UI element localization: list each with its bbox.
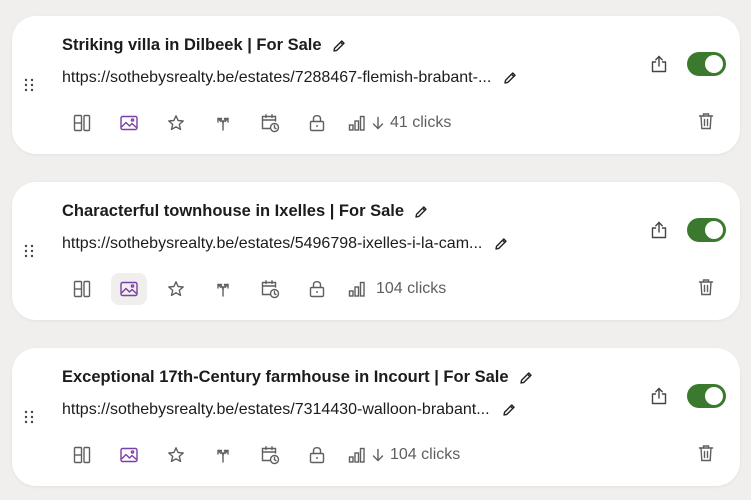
star-icon xyxy=(167,280,185,298)
share-icon xyxy=(651,387,667,405)
delete-button[interactable] xyxy=(696,276,716,298)
trash-icon xyxy=(698,444,714,462)
schedule-button[interactable] xyxy=(252,107,288,139)
link-url: https://sothebysrealty.be/estates/728846… xyxy=(62,69,492,86)
layout-icon xyxy=(73,446,91,464)
trend-down-arrow-icon xyxy=(372,116,384,130)
bar-chart-icon xyxy=(348,281,366,297)
analytics-button[interactable]: 104 clicks xyxy=(348,280,446,298)
layout-icon xyxy=(73,280,91,298)
lock-button[interactable] xyxy=(299,273,335,305)
redirect-icon xyxy=(214,280,232,298)
schedule-button[interactable] xyxy=(252,273,288,305)
edit-title-pencil-icon[interactable] xyxy=(330,37,348,55)
click-count: 41 clicks xyxy=(390,114,452,131)
layout-button[interactable] xyxy=(64,273,100,305)
share-button[interactable] xyxy=(648,219,670,241)
link-tools: 104 clicks xyxy=(64,438,460,472)
redirect-button[interactable] xyxy=(205,439,241,471)
link-url: https://sothebysrealty.be/estates/549679… xyxy=(62,235,483,252)
lock-icon xyxy=(309,114,325,132)
title-row: Characterful townhouse in Ixelles | For … xyxy=(62,202,430,221)
priority-button[interactable] xyxy=(158,273,194,305)
link-tools: 41 clicks xyxy=(64,106,451,140)
click-count: 104 clicks xyxy=(376,280,447,297)
title-row: Striking villa in Dilbeek | For Sale xyxy=(62,36,348,55)
layout-button[interactable] xyxy=(64,439,100,471)
link-title: Characterful townhouse in Ixelles | For … xyxy=(62,202,405,220)
schedule-icon xyxy=(260,279,280,299)
click-count: 104 clicks xyxy=(390,446,461,463)
trend-down-arrow-icon xyxy=(372,448,384,462)
link-card: Exceptional 17th-Century farmhouse in In… xyxy=(12,348,740,486)
star-icon xyxy=(167,114,185,132)
edit-title-pencil-icon[interactable] xyxy=(517,369,535,387)
share-icon xyxy=(651,221,667,239)
redirect-icon xyxy=(214,114,232,132)
thumbnail-button[interactable] xyxy=(111,439,147,471)
thumbnail-button[interactable] xyxy=(111,107,147,139)
schedule-button[interactable] xyxy=(252,439,288,471)
schedule-icon xyxy=(260,113,280,133)
thumbnail-button[interactable] xyxy=(111,273,147,305)
redirect-button[interactable] xyxy=(205,107,241,139)
share-button[interactable] xyxy=(648,385,670,407)
thumbnail-icon xyxy=(120,115,138,131)
bar-chart-icon xyxy=(348,115,366,131)
drag-handle-icon[interactable] xyxy=(24,78,34,92)
toggle-knob xyxy=(705,387,723,405)
share-icon xyxy=(651,55,667,73)
url-row: https://sothebysrealty.be/estates/731443… xyxy=(62,401,518,419)
link-tools: 104 clicks xyxy=(64,272,446,306)
enable-toggle[interactable] xyxy=(687,384,726,408)
drag-handle-icon[interactable] xyxy=(24,244,34,258)
layout-icon xyxy=(73,114,91,132)
edit-url-pencil-icon[interactable] xyxy=(501,69,519,87)
toggle-knob xyxy=(705,55,723,73)
schedule-icon xyxy=(260,445,280,465)
enable-toggle[interactable] xyxy=(687,52,726,76)
redirect-button[interactable] xyxy=(205,273,241,305)
analytics-button[interactable]: 41 clicks xyxy=(348,114,451,132)
trash-icon xyxy=(698,112,714,130)
analytics-button[interactable]: 104 clicks xyxy=(348,446,460,464)
lock-icon xyxy=(309,446,325,464)
priority-button[interactable] xyxy=(158,107,194,139)
lock-icon xyxy=(309,280,325,298)
enable-toggle[interactable] xyxy=(687,218,726,242)
lock-button[interactable] xyxy=(299,439,335,471)
lock-button[interactable] xyxy=(299,107,335,139)
toggle-knob xyxy=(705,221,723,239)
edit-url-pencil-icon[interactable] xyxy=(492,235,510,253)
share-button[interactable] xyxy=(648,53,670,75)
edit-url-pencil-icon[interactable] xyxy=(500,401,518,419)
delete-button[interactable] xyxy=(696,110,716,132)
url-row: https://sothebysrealty.be/estates/549679… xyxy=(62,235,510,253)
title-row: Exceptional 17th-Century farmhouse in In… xyxy=(62,368,535,387)
link-title: Striking villa in Dilbeek | For Sale xyxy=(62,36,322,54)
url-row: https://sothebysrealty.be/estates/728846… xyxy=(62,69,519,87)
star-icon xyxy=(167,446,185,464)
layout-button[interactable] xyxy=(64,107,100,139)
link-card: Characterful townhouse in Ixelles | For … xyxy=(12,182,740,320)
trash-icon xyxy=(698,278,714,296)
redirect-icon xyxy=(214,446,232,464)
drag-handle-icon[interactable] xyxy=(24,410,34,424)
delete-button[interactable] xyxy=(696,442,716,464)
thumbnail-icon xyxy=(120,281,138,297)
bar-chart-icon xyxy=(348,447,366,463)
edit-title-pencil-icon[interactable] xyxy=(412,203,430,221)
thumbnail-icon xyxy=(120,447,138,463)
priority-button[interactable] xyxy=(158,439,194,471)
link-title: Exceptional 17th-Century farmhouse in In… xyxy=(62,368,509,386)
link-card: Striking villa in Dilbeek | For Sale htt… xyxy=(12,16,740,154)
link-url: https://sothebysrealty.be/estates/731443… xyxy=(62,401,490,418)
